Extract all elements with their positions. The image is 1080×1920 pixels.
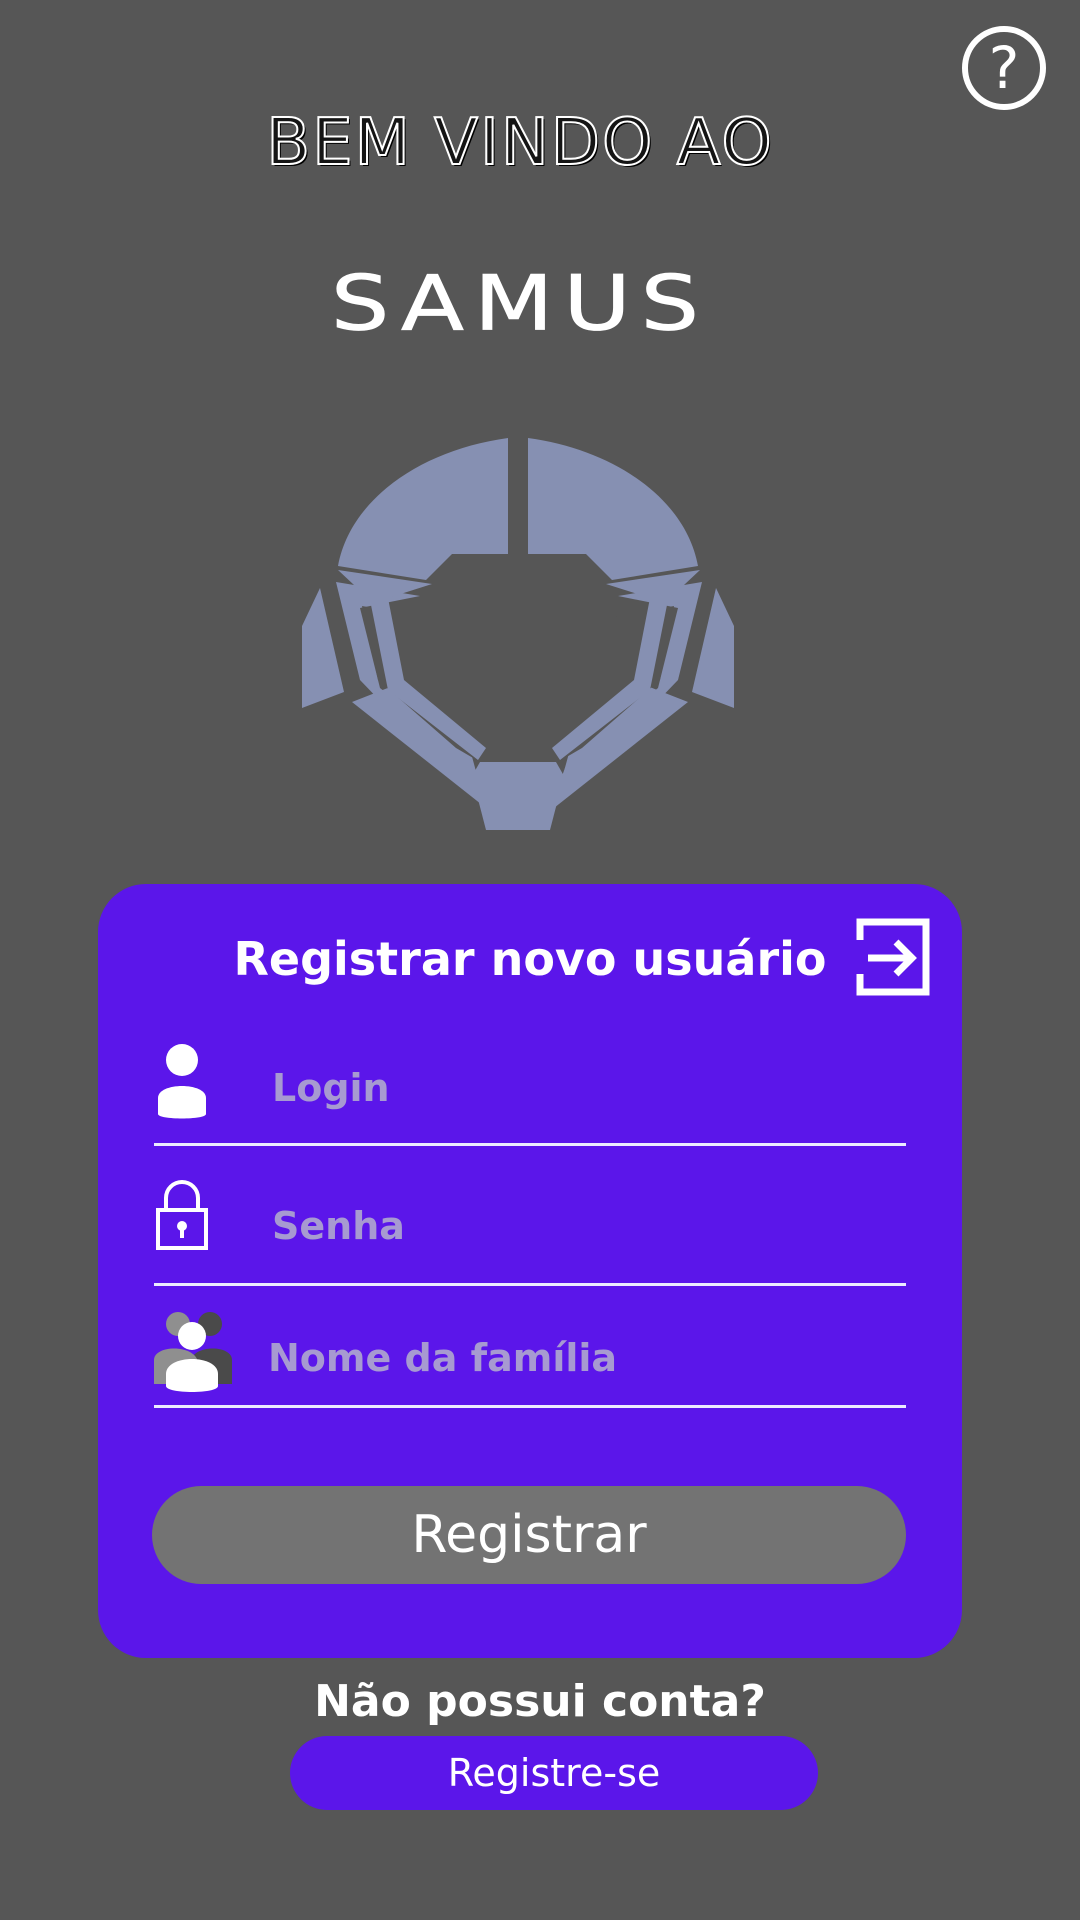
exit-icon[interactable]	[854, 918, 932, 996]
family-name-field[interactable]: Nome da família	[154, 1308, 906, 1408]
register-card: Registrar novo usuário Login Senha Nome …	[98, 884, 962, 1658]
brand-title: SAMUS	[330, 259, 710, 348]
family-name-underline	[154, 1405, 906, 1408]
family-icon	[154, 1312, 232, 1392]
signup-button[interactable]: Registre-se	[290, 1736, 818, 1810]
no-account-prompt: Não possui conta?	[314, 1676, 766, 1727]
login-input[interactable]	[264, 1036, 906, 1140]
help-button[interactable]: ?	[962, 26, 1046, 110]
card-title: Registrar novo usuário	[233, 932, 827, 986]
helmet-logo-icon	[302, 438, 734, 830]
login-field[interactable]: Login	[154, 1036, 906, 1146]
lock-icon	[156, 1180, 208, 1250]
welcome-heading: BEM VINDO AO	[265, 105, 774, 181]
family-name-input[interactable]	[264, 1308, 906, 1402]
question-mark-icon: ?	[988, 34, 1020, 102]
register-button[interactable]: Registrar	[152, 1486, 906, 1584]
password-underline	[154, 1283, 906, 1286]
login-underline	[154, 1143, 906, 1146]
password-input[interactable]	[264, 1178, 906, 1280]
password-field[interactable]: Senha	[154, 1178, 906, 1286]
user-icon	[158, 1044, 206, 1119]
